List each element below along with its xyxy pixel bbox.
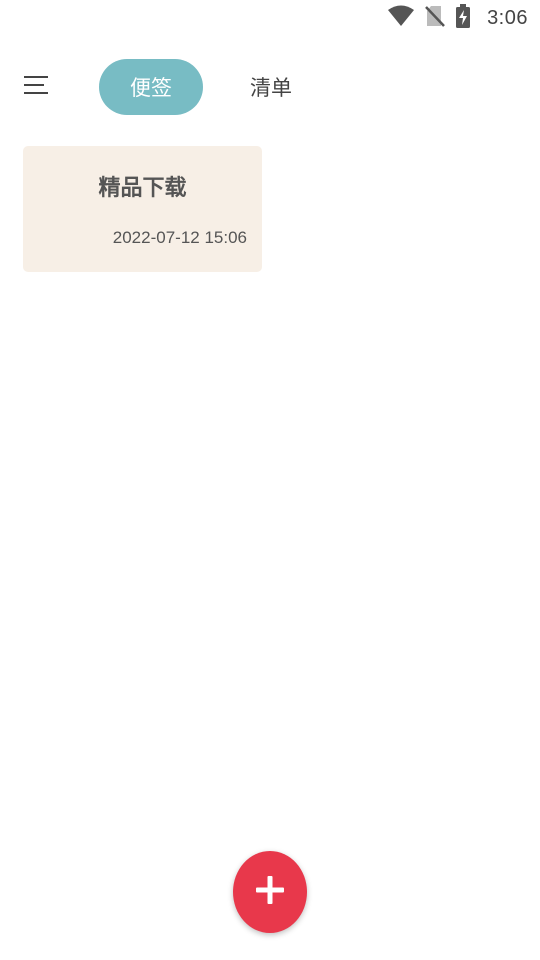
battery-charging-icon xyxy=(455,4,471,32)
tab-checklist[interactable]: 清单 xyxy=(232,59,310,115)
no-sim-icon xyxy=(425,5,445,31)
tab-notes[interactable]: 便签 xyxy=(99,59,203,115)
wifi-icon xyxy=(387,5,415,31)
add-note-button[interactable] xyxy=(233,851,307,933)
status-time: 3:06 xyxy=(487,6,528,29)
plus-icon xyxy=(255,875,285,909)
note-title: 精品下载 xyxy=(98,176,187,201)
hamburger-menu-icon xyxy=(24,76,48,98)
note-date: 2022-07-12 15:06 xyxy=(112,228,247,247)
menu-button[interactable] xyxy=(18,72,54,102)
note-card[interactable]: 精品下载 2022-07-12 15:06 xyxy=(23,146,262,272)
status-bar: 3:06 xyxy=(0,0,540,36)
header: 便签 清单 xyxy=(0,58,540,116)
status-icons: 3:06 xyxy=(387,4,528,32)
